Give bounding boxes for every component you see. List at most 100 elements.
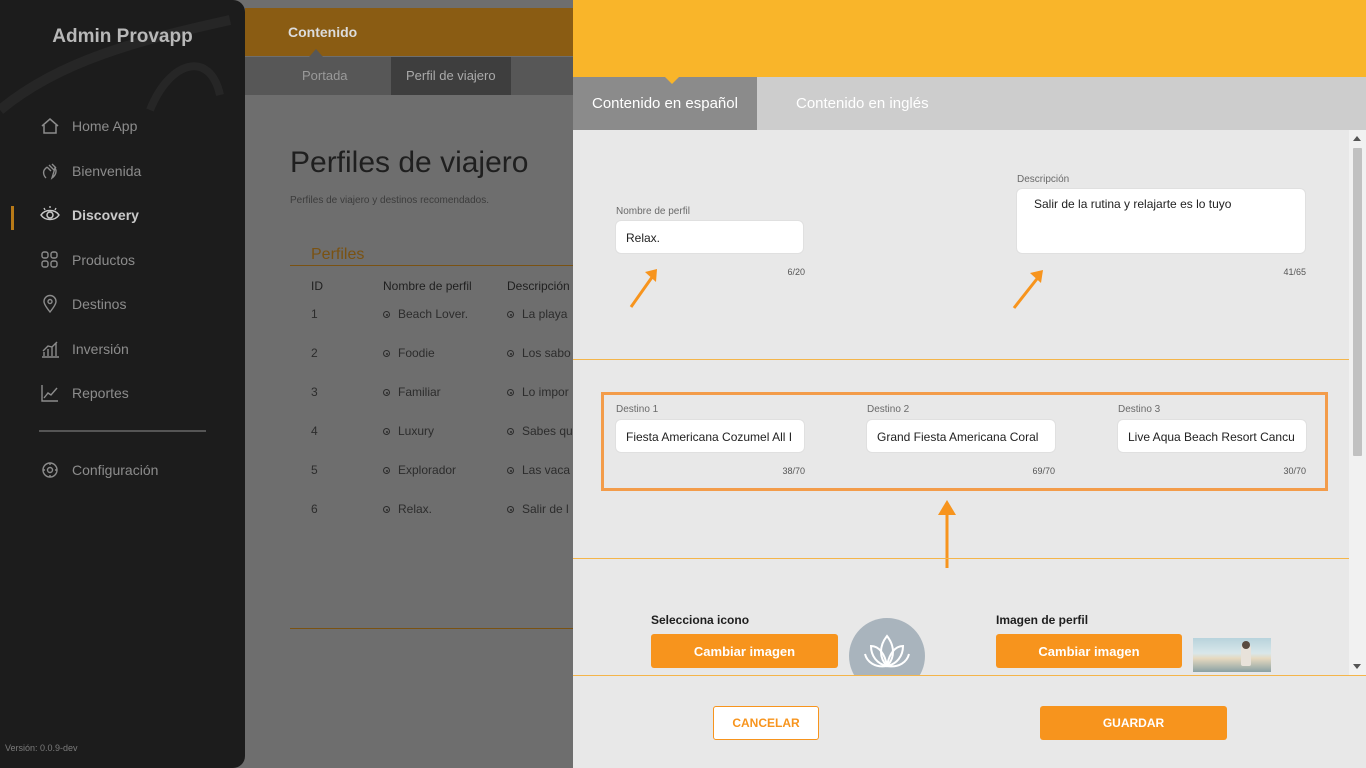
row-name: Foodie bbox=[383, 346, 435, 360]
sidebar-item-label: Discovery bbox=[72, 207, 139, 223]
destination-3-label: Destino 3 bbox=[1118, 404, 1161, 415]
description-counter: 41/65 bbox=[1283, 267, 1306, 277]
content-header: Contenido bbox=[245, 8, 585, 57]
section-separator bbox=[573, 359, 1349, 360]
bullet-icon bbox=[383, 350, 390, 358]
row-id: 1 bbox=[311, 307, 318, 321]
person-head bbox=[1242, 641, 1250, 649]
lotus-icon[interactable] bbox=[849, 618, 925, 675]
bullet-icon bbox=[507, 467, 514, 475]
panel-scrollbar[interactable] bbox=[1349, 130, 1366, 675]
map-pin-icon bbox=[43, 294, 57, 314]
gear-icon bbox=[42, 462, 58, 478]
profile-name-input[interactable]: Relax. bbox=[615, 220, 804, 254]
scroll-up-arrow-icon[interactable] bbox=[1353, 136, 1361, 141]
description-label: Descripción bbox=[1017, 174, 1070, 185]
row-name: Luxury bbox=[383, 424, 434, 438]
bullet-icon bbox=[383, 506, 390, 514]
destination-1-input[interactable]: Fiesta Americana Cozumel All I bbox=[615, 419, 805, 453]
row-description: Lo impor bbox=[507, 385, 569, 399]
row-name: Beach Lover. bbox=[383, 307, 468, 321]
destination-1-counter: 38/70 bbox=[782, 466, 805, 476]
section-title: Perfiles bbox=[311, 246, 365, 263]
sidebar-divider bbox=[39, 430, 206, 432]
select-icon-title: Selecciona icono bbox=[651, 613, 750, 627]
destination-3-counter: 30/70 bbox=[1283, 466, 1306, 476]
grid-icon bbox=[41, 251, 58, 268]
row-id: 6 bbox=[311, 502, 318, 516]
row-description: La playa bbox=[507, 307, 567, 321]
sidebar-item-label: Productos bbox=[72, 252, 136, 268]
bullet-icon bbox=[507, 350, 514, 358]
sidebar-item-discovery[interactable]: Discovery bbox=[40, 204, 139, 226]
row-description: Sabes qu bbox=[507, 424, 573, 438]
sidebar-item-label: Bienvenida bbox=[72, 163, 142, 179]
tab-contenido-espanol[interactable]: Contenido en español bbox=[573, 77, 757, 130]
description-textarea[interactable]: Salir de la rutina y relajarte es lo tuy… bbox=[1016, 188, 1306, 254]
row-id: 5 bbox=[311, 463, 318, 477]
row-id: 4 bbox=[311, 424, 318, 438]
content-tabs: Portada Perfil de viajero bbox=[245, 57, 585, 95]
destination-2-counter: 69/70 bbox=[1032, 466, 1055, 476]
row-description: Las vaca bbox=[507, 463, 570, 477]
row-name: Relax. bbox=[383, 502, 432, 516]
change-profile-image-button[interactable]: Cambiar imagen bbox=[996, 634, 1182, 668]
bar-chart-icon bbox=[42, 341, 59, 358]
save-button[interactable]: GUARDAR bbox=[1040, 706, 1227, 740]
row-id: 3 bbox=[311, 385, 318, 399]
row-description: Los sabo bbox=[507, 346, 571, 360]
bullet-icon bbox=[507, 389, 514, 397]
sidebar-item-inversion[interactable]: Inversión bbox=[40, 338, 129, 360]
tab-contenido-ingles[interactable]: Contenido en inglés bbox=[777, 77, 948, 130]
header-pointer bbox=[309, 49, 323, 57]
bullet-icon bbox=[383, 428, 390, 436]
row-name: Explorador bbox=[383, 463, 456, 477]
destination-2-input[interactable]: Grand Fiesta Americana Coral bbox=[866, 419, 1056, 453]
version-label: Versión: 0.0.9-dev bbox=[5, 743, 78, 753]
annotation-arrow-icon bbox=[629, 269, 657, 308]
row-id: 2 bbox=[311, 346, 318, 360]
sidebar-item-configuracion[interactable]: Configuración bbox=[40, 459, 158, 481]
row-name: Familiar bbox=[383, 385, 441, 399]
scroll-down-arrow-icon[interactable] bbox=[1353, 664, 1361, 669]
bullet-icon bbox=[383, 389, 390, 397]
column-header-description: Descripción bbox=[507, 279, 570, 293]
column-header-name: Nombre de perfil bbox=[383, 279, 472, 293]
profile-name-counter: 6/20 bbox=[787, 267, 805, 277]
app-title: Admin Provapp bbox=[52, 26, 193, 47]
content-header-title: Contenido bbox=[288, 24, 358, 40]
destination-1-label: Destino 1 bbox=[616, 404, 659, 415]
change-icon-button[interactable]: Cambiar imagen bbox=[651, 634, 838, 668]
eye-icon bbox=[40, 206, 60, 221]
sidebar-item-bienvenida[interactable]: Bienvenida bbox=[40, 160, 141, 182]
section-underline bbox=[290, 265, 590, 266]
sidebar-item-label: Inversión bbox=[72, 341, 129, 357]
profile-image-title: Imagen de perfil bbox=[996, 613, 1089, 627]
tab-pointer bbox=[664, 76, 680, 84]
bullet-icon bbox=[383, 467, 390, 475]
table-bottom-line bbox=[290, 628, 590, 629]
annotation-arrow-icon bbox=[1012, 270, 1043, 309]
sidebar-item-label: Configuración bbox=[72, 462, 159, 478]
tab-portada[interactable]: Portada bbox=[302, 57, 348, 95]
page-subtitle: Perfiles de viajero y destinos recomenda… bbox=[290, 195, 489, 206]
sidebar-item-label: Home App bbox=[72, 118, 138, 134]
sidebar-item-productos[interactable]: Productos bbox=[40, 249, 135, 271]
destination-2-label: Destino 2 bbox=[867, 404, 910, 415]
profile-name-label: Nombre de perfil bbox=[616, 206, 690, 217]
active-indicator bbox=[11, 206, 14, 230]
panel-header bbox=[573, 0, 1366, 77]
hand-wave-icon bbox=[42, 163, 57, 180]
sidebar-item-home-app[interactable]: Home App bbox=[40, 115, 137, 137]
row-description: Salir de l bbox=[507, 502, 569, 516]
lotus-glyph-icon bbox=[864, 634, 910, 668]
sidebar-item-label: Destinos bbox=[72, 296, 127, 312]
cancel-button[interactable]: CANCELAR bbox=[713, 706, 819, 740]
destination-3-input[interactable]: Live Aqua Beach Resort Cancu bbox=[1117, 419, 1307, 453]
sidebar-item-destinos[interactable]: Destinos bbox=[40, 293, 126, 315]
tab-perfil-de-viajero[interactable]: Perfil de viajero bbox=[391, 57, 511, 95]
section-separator bbox=[573, 558, 1349, 559]
sidebar-item-reportes[interactable]: Reportes bbox=[40, 382, 129, 404]
language-tabs: Contenido en español Contenido en inglés bbox=[573, 76, 1366, 130]
scroll-thumb[interactable] bbox=[1353, 148, 1362, 456]
